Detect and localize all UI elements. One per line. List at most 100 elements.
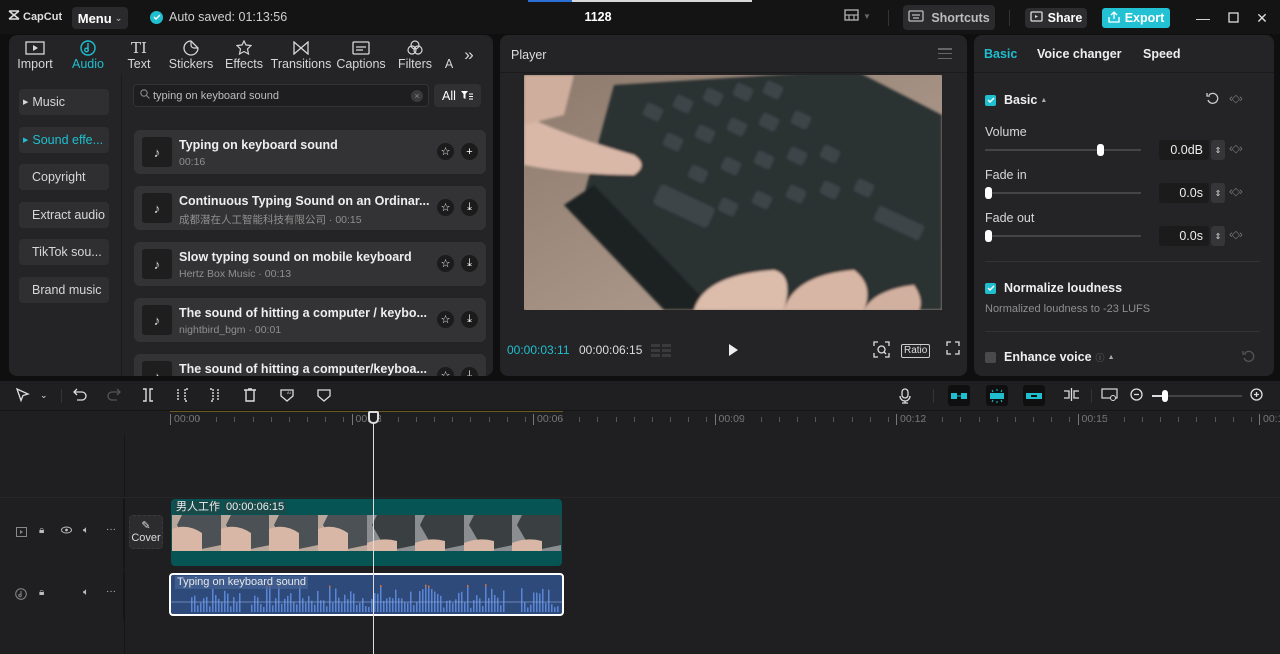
- favorite-button[interactable]: ☆: [437, 311, 454, 328]
- slider-handle[interactable]: [985, 187, 992, 199]
- more-icon[interactable]: ···: [106, 586, 116, 597]
- project-title[interactable]: 1128: [560, 10, 636, 24]
- tab-effects[interactable]: Effects: [219, 35, 269, 75]
- timeline-zoom-slider[interactable]: [1152, 390, 1242, 402]
- select-tool-button[interactable]: [16, 388, 30, 403]
- sound-item[interactable]: ♪ The sound of hitting a computer / keybo…: [134, 298, 486, 342]
- fullscreen-button[interactable]: [946, 341, 960, 358]
- keyframe-nav[interactable]: ‹◇›: [1229, 92, 1243, 105]
- volume-stepper[interactable]: ⇕: [1211, 140, 1225, 160]
- tab-audio[interactable]: Audio: [61, 35, 115, 75]
- keyframe-nav[interactable]: ‹◇›: [1229, 185, 1243, 198]
- zoom-in-button[interactable]: [1250, 388, 1263, 401]
- more-tabs-button[interactable]: »: [457, 35, 481, 75]
- mask-button[interactable]: [317, 388, 331, 402]
- more-icon[interactable]: ···: [106, 524, 116, 535]
- grid-icon[interactable]: [651, 344, 671, 361]
- speaker-icon[interactable]: 🔈︎: [83, 525, 89, 536]
- cover-button[interactable]: ✎ Cover: [129, 515, 163, 549]
- play-button[interactable]: [726, 343, 740, 357]
- zoom-out-button[interactable]: [1130, 388, 1143, 401]
- main-track-magnet-button[interactable]: [948, 385, 970, 406]
- normalize-checkbox[interactable]: [985, 282, 996, 294]
- download-button[interactable]: ⤓: [461, 311, 478, 328]
- fade-out-value-field[interactable]: 0.0s: [1159, 226, 1209, 246]
- search-input[interactable]: [153, 89, 413, 102]
- ratio-button[interactable]: Ratio: [901, 344, 931, 358]
- auto-snapping-button[interactable]: [986, 385, 1008, 406]
- tab-import[interactable]: Import: [9, 35, 61, 75]
- favorite-button[interactable]: ☆: [437, 255, 454, 272]
- sound-item[interactable]: ♪ Continuous Typing Sound on an Ordinar..…: [134, 186, 486, 230]
- record-voiceover-button[interactable]: [899, 388, 911, 404]
- enhance-voice-checkbox[interactable]: [985, 351, 996, 363]
- zoom-fit-button[interactable]: [873, 341, 890, 361]
- layout-button[interactable]: ▼: [844, 9, 871, 24]
- reset-button[interactable]: [1242, 350, 1255, 366]
- filter-button[interactable]: All: [434, 84, 481, 107]
- player-menu-icon[interactable]: [938, 48, 952, 59]
- reset-button[interactable]: [1206, 92, 1219, 108]
- tab-captions[interactable]: Captions: [333, 35, 389, 75]
- basic-section-header[interactable]: Basic ▲: [985, 93, 1047, 107]
- sound-item[interactable]: ♪ Slow typing sound on mobile keyboard Her…: [134, 242, 486, 286]
- slider-handle[interactable]: [1097, 144, 1105, 156]
- tab-adjustment[interactable]: A: [441, 35, 457, 75]
- eye-icon[interactable]: [61, 526, 72, 537]
- split-right-button[interactable]: [208, 388, 222, 402]
- linkage-button[interactable]: [1023, 385, 1045, 406]
- maximize-button[interactable]: [1223, 8, 1243, 28]
- fade-out-slider[interactable]: [985, 230, 1141, 242]
- help-icon[interactable]: ⓘ: [1096, 351, 1105, 364]
- minimize-button[interactable]: —: [1193, 8, 1213, 28]
- tab-speed[interactable]: Speed: [1143, 47, 1181, 61]
- menu-button[interactable]: Menu ⌄: [72, 7, 128, 29]
- subnav-sound-effects[interactable]: ▶ Sound effe...: [19, 127, 109, 153]
- split-button[interactable]: [141, 388, 155, 402]
- lock-icon[interactable]: 🔒︎: [39, 525, 44, 536]
- audio-clip[interactable]: Typing on keyboard sound: [169, 573, 564, 616]
- shortcuts-button[interactable]: Shortcuts: [903, 5, 995, 30]
- time-ruler[interactable]: 00:0000:0300:0600:0900:1200:1500:18: [170, 411, 1280, 435]
- subnav-tiktok-sounds[interactable]: TikTok sou...: [19, 239, 109, 265]
- enhance-section-header[interactable]: Enhance voice ⓘ ▲: [985, 350, 1115, 364]
- undo-button[interactable]: [73, 388, 87, 401]
- clear-search-icon[interactable]: ×: [411, 90, 423, 102]
- video-clip[interactable]: 男人工作 00:00:06:15: [171, 499, 562, 566]
- fade-in-stepper[interactable]: ⇕: [1211, 183, 1225, 203]
- video-preview[interactable]: [524, 75, 942, 310]
- subnav-copyright[interactable]: Copyright: [19, 164, 109, 190]
- normalize-section-header[interactable]: Normalize loudness: [985, 281, 1122, 295]
- subnav-extract-audio[interactable]: Extract audio: [19, 202, 109, 228]
- preview-axis-button[interactable]: [1063, 388, 1080, 401]
- delete-button[interactable]: [243, 388, 257, 402]
- auto-reframe-button[interactable]: AI: [280, 388, 294, 402]
- tab-stickers[interactable]: Stickers: [163, 35, 219, 75]
- redo-button[interactable]: [107, 388, 121, 401]
- export-button[interactable]: Export: [1102, 8, 1170, 28]
- tab-text[interactable]: TI Text: [115, 35, 163, 75]
- volume-slider[interactable]: [985, 144, 1141, 156]
- download-button[interactable]: ⤓: [461, 199, 478, 216]
- tab-voice-changer[interactable]: Voice changer: [1037, 47, 1122, 61]
- fade-in-slider[interactable]: [985, 187, 1141, 199]
- select-tool-dropdown[interactable]: ⌄: [40, 390, 48, 401]
- keyframe-nav[interactable]: ‹◇›: [1229, 142, 1243, 155]
- speaker-icon[interactable]: 🔈︎: [83, 587, 89, 598]
- keyframe-nav[interactable]: ‹◇›: [1229, 228, 1243, 241]
- zoom-to-fit-button[interactable]: [1101, 388, 1118, 402]
- download-button[interactable]: ⤓: [461, 255, 478, 272]
- subnav-music[interactable]: ▶ Music: [19, 89, 109, 115]
- sound-item[interactable]: ♪ The sound of hitting a computer/keyboa.…: [134, 354, 486, 376]
- favorite-button[interactable]: ☆: [437, 199, 454, 216]
- download-button[interactable]: ⤓: [461, 367, 478, 376]
- playhead-handle[interactable]: [368, 411, 379, 424]
- add-button[interactable]: +: [461, 143, 478, 160]
- favorite-button[interactable]: ☆: [437, 367, 454, 376]
- lock-icon[interactable]: 🔒︎: [39, 587, 44, 598]
- basic-checkbox[interactable]: [985, 94, 996, 106]
- fade-in-value-field[interactable]: 0.0s: [1159, 183, 1209, 203]
- sound-item[interactable]: ♪ Typing on keyboard sound 00:16 ☆ +: [134, 130, 486, 174]
- fade-out-stepper[interactable]: ⇕: [1211, 226, 1225, 246]
- tab-basic[interactable]: Basic: [984, 47, 1017, 61]
